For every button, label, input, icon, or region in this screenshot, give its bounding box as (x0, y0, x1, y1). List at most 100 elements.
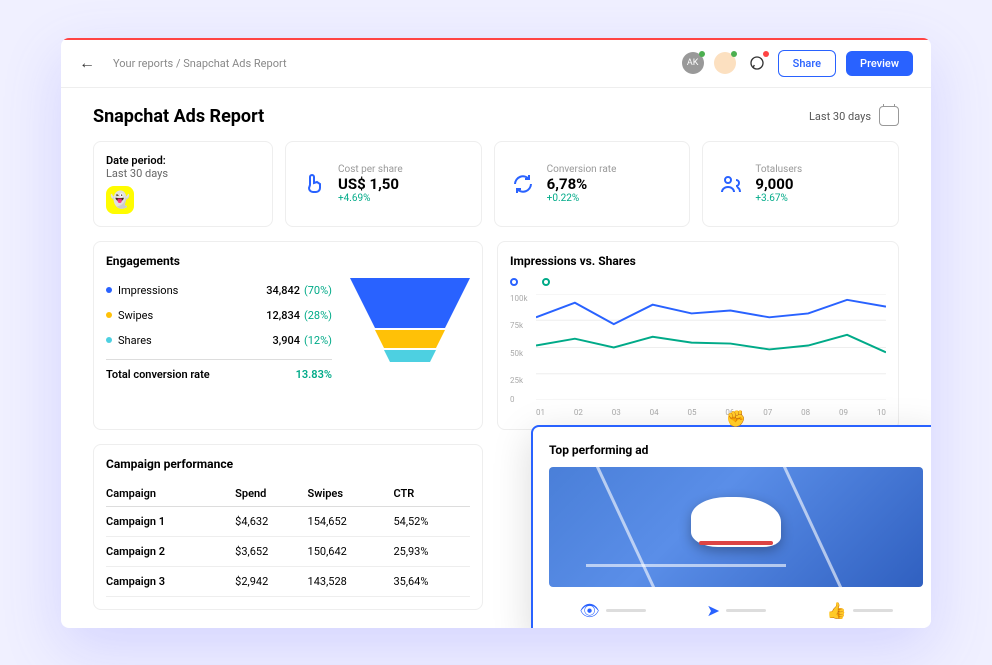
stat-bar (606, 609, 646, 612)
top-performing-ad-card[interactable]: ✊ Top performing ad 👁 ➤ 👍 (531, 425, 931, 628)
topbar: ← Your reports / Snapchat Ads Report AK … (61, 40, 931, 88)
top-ad-title: Top performing ad (549, 443, 923, 457)
snapchat-icon: 👻 (106, 186, 134, 214)
table-header-row: Campaign Spend Swipes CTR (106, 481, 470, 507)
engagement-row-swipes: Swipes12,834 (28%) (106, 303, 332, 328)
summary-row: Date period: Last 30 days 👻 Cost per sha… (93, 141, 899, 227)
x-tick: 08 (801, 408, 810, 417)
table-row[interactable]: Campaign 1$4,632154,65254,52% (106, 506, 470, 536)
stat-bar (853, 609, 893, 612)
x-tick: 09 (839, 408, 848, 417)
back-button[interactable]: ← (79, 53, 95, 73)
cell: Campaign 2 (106, 536, 235, 566)
metric-value: 6,78% (547, 175, 617, 193)
metric-change: +0.22% (547, 193, 617, 204)
funnel-chart (350, 278, 470, 378)
thumbs-up-icon: 👍 (827, 601, 847, 620)
notification-dot-icon (763, 51, 769, 57)
metric-change: +3.67% (755, 193, 802, 204)
y-tick: 25k (510, 376, 523, 385)
metric-change: +4.69% (338, 193, 403, 204)
th-spend: Spend (235, 481, 307, 507)
legend-dot-icon (106, 312, 112, 318)
charts-row: Engagements Impressions34,842(70%) Swipe… (93, 241, 899, 430)
th-swipes: Swipes (308, 481, 394, 507)
users-icon (717, 170, 745, 198)
date-range-label: Last 30 days (809, 110, 871, 123)
th-campaign: Campaign (106, 481, 235, 507)
topbar-right: AK Share Preview (682, 50, 913, 77)
cell: 35,64% (393, 566, 470, 596)
ad-decor (769, 467, 856, 587)
x-tick: 01 (536, 408, 545, 417)
th-ctr: CTR (393, 481, 470, 507)
breadcrumb[interactable]: Your reports / Snapchat Ads Report (113, 57, 287, 70)
ad-preview-image (549, 467, 923, 587)
metric-value: 9,000 (755, 175, 802, 193)
x-tick: 02 (574, 408, 583, 417)
y-tick: 75k (510, 321, 523, 330)
metric-total-users: Totalusers 9,000 +3.67% (702, 141, 899, 227)
preview-button[interactable]: Preview (846, 51, 913, 76)
engagement-value: 12,834 (266, 309, 300, 322)
metric-cost-per-share: Cost per share US$ 1,50 +4.69% (285, 141, 482, 227)
y-tick: 0 (510, 395, 515, 404)
grab-cursor-icon: ✊ (726, 409, 746, 428)
stat-bar (726, 609, 766, 612)
total-label: Total conversion rate (106, 368, 210, 381)
avatar-user-1[interactable]: AK (682, 52, 704, 74)
chat-button[interactable] (746, 52, 768, 74)
y-tick: 50k (510, 349, 523, 358)
date-range-picker[interactable]: Last 30 days (809, 106, 899, 126)
engagement-row-impressions: Impressions34,842(70%) (106, 278, 332, 303)
ad-decor (582, 467, 669, 587)
metric-label: Totalusers (755, 164, 802, 175)
legend-dot-icon (106, 287, 112, 293)
avatar-initials: AK (687, 58, 699, 68)
table-row[interactable]: Campaign 2$3,652150,64225,93% (106, 536, 470, 566)
eye-icon: 👁 (579, 601, 599, 620)
pointer-icon (300, 170, 328, 198)
engagements-card: Engagements Impressions34,842(70%) Swipe… (93, 241, 483, 430)
legend-dot-impressions-icon (510, 278, 518, 286)
ad-stats-row: 👁 ➤ 👍 (549, 601, 923, 620)
engagement-total: Total conversion rate 13.83% (106, 359, 332, 381)
cell: $2,942 (235, 566, 307, 596)
metric-label: Conversion rate (547, 164, 617, 175)
ad-stat-views: 👁 (579, 601, 645, 620)
title-row: Snapchat Ads Report Last 30 days (93, 106, 899, 127)
chart-legend (510, 278, 886, 286)
chart-title: Impressions vs. Shares (510, 254, 886, 268)
avatar-user-2[interactable] (714, 52, 736, 74)
cell: 150,642 (308, 536, 394, 566)
cell: $3,652 (235, 536, 307, 566)
engagements-title: Engagements (106, 254, 470, 268)
x-tick: 03 (612, 408, 621, 417)
metric-conversion-rate: Conversion rate 6,78% +0.22% (494, 141, 691, 227)
app-window: ← Your reports / Snapchat Ads Report AK … (61, 38, 931, 628)
metric-label: Cost per share (338, 164, 403, 175)
table-row[interactable]: Campaign 3$2,942143,52835,64% (106, 566, 470, 596)
date-period-value: Last 30 days (106, 167, 260, 180)
presence-dot-icon (699, 51, 705, 57)
cell: Campaign 1 (106, 506, 235, 536)
performance-title: Campaign performance (106, 457, 470, 471)
cell: 54,52% (393, 506, 470, 536)
engagement-value: 34,842 (266, 284, 300, 297)
engagement-label: Shares (118, 334, 273, 347)
x-axis: 01020304050607080910 (510, 408, 886, 417)
cell: 154,652 (308, 506, 394, 536)
refresh-icon (509, 170, 537, 198)
metric-value: US$ 1,50 (338, 175, 403, 193)
engagement-pct: (28%) (304, 309, 332, 322)
total-value: 13.83% (296, 368, 332, 381)
engagement-label: Impressions (118, 284, 266, 297)
engagement-label: Swipes (118, 309, 266, 322)
legend-dot-icon (106, 337, 112, 343)
cell: Campaign 3 (106, 566, 235, 596)
share-button[interactable]: Share (778, 50, 836, 77)
ad-product-shoe (691, 497, 781, 547)
calendar-icon (879, 106, 899, 126)
x-tick: 10 (877, 408, 886, 417)
cell: $4,632 (235, 506, 307, 536)
